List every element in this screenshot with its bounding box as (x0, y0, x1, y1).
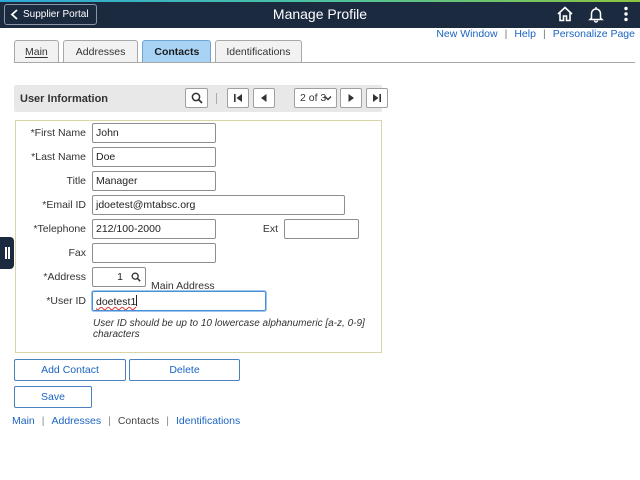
header-accent-stripe (0, 0, 640, 2)
kebab-menu-icon[interactable] (617, 5, 635, 23)
handle-grip-line (5, 247, 7, 259)
search-icon[interactable] (131, 272, 141, 282)
last-name-field[interactable]: Doe (92, 147, 216, 167)
group-title: User Information (20, 93, 109, 105)
page-selector-value: 2 of 3 (300, 92, 327, 104)
bottom-link-addresses[interactable]: Addresses (52, 415, 102, 427)
last-page-button[interactable] (366, 88, 388, 108)
user-information-form: *First Name John *Last Name Doe Title Ma… (15, 120, 382, 353)
bell-icon[interactable] (587, 5, 605, 23)
link-separator: | (108, 415, 111, 427)
page-selector[interactable]: 2 of 3 (294, 88, 337, 108)
next-icon (348, 94, 354, 102)
telephone-label: *Telephone (33, 223, 86, 235)
tab-label: Main (25, 45, 48, 58)
link-separator: | (542, 28, 546, 40)
tab-divider (14, 62, 635, 63)
telephone-field[interactable]: 212/100-2000 (92, 219, 216, 239)
first-name-label: *First Name (30, 127, 86, 139)
address-field[interactable]: 1 (92, 267, 146, 287)
last-name-label: *Last Name (31, 151, 86, 163)
search-icon (191, 92, 203, 104)
tab-contacts[interactable]: Contacts (142, 40, 212, 62)
user-id-hint: User ID should be up to 10 lowercase alp… (93, 318, 365, 340)
user-information-header: User Information 2 of 3 (14, 85, 388, 112)
find-button[interactable] (185, 88, 208, 108)
help-link[interactable]: Help (514, 28, 536, 40)
fax-field[interactable] (92, 243, 216, 263)
nav-separator (216, 93, 217, 104)
address-value: 1 (117, 271, 123, 283)
next-page-button[interactable] (340, 88, 362, 108)
link-separator: | (41, 415, 45, 427)
fax-label: Fax (68, 247, 86, 259)
title-field[interactable]: Manager (92, 171, 216, 191)
tab-label: Addresses (75, 45, 126, 58)
title-label: Title (66, 175, 86, 187)
text-cursor (136, 295, 138, 306)
tab-label: Contacts (154, 45, 200, 58)
link-separator: | (504, 28, 508, 40)
bottom-link-contacts: Contacts (117, 415, 160, 427)
handle-grip-line (8, 247, 10, 259)
chevron-down-icon (324, 96, 332, 101)
save-button[interactable]: Save (14, 386, 92, 408)
tab-label: Identifications (226, 45, 291, 58)
last-page-icon (373, 94, 381, 102)
first-page-icon (234, 94, 242, 102)
add-contact-button[interactable]: Add Contact (14, 359, 126, 381)
tab-bar: Main Addresses Contacts Identifications (14, 40, 302, 62)
user-id-value: doetest1 (96, 296, 137, 308)
side-panel-toggle[interactable] (0, 237, 14, 269)
bottom-tab-links: Main | Addresses | Contacts | Identifica… (12, 415, 240, 427)
user-id-label: *User ID (46, 295, 86, 307)
bottom-link-main[interactable]: Main (12, 415, 35, 427)
first-page-button[interactable] (227, 88, 249, 108)
bottom-link-identifications[interactable]: Identifications (176, 415, 240, 427)
ext-field[interactable] (284, 219, 359, 239)
app-header: Supplier Portal Manage Profile (0, 0, 640, 28)
delete-button[interactable]: Delete (129, 359, 240, 381)
user-id-field[interactable]: doetest1 (92, 291, 266, 311)
tab-addresses[interactable]: Addresses (62, 40, 139, 62)
tab-identifications[interactable]: Identifications (215, 40, 302, 62)
page-title: Manage Profile (272, 6, 368, 22)
previous-icon (261, 94, 267, 102)
previous-page-button[interactable] (253, 88, 275, 108)
ext-label: Ext (262, 223, 278, 235)
page-utility-links: New Window | Help | Personalize Page (436, 28, 635, 40)
first-name-field[interactable]: John (92, 123, 216, 143)
email-label: *Email ID (42, 199, 86, 211)
new-window-link[interactable]: New Window (436, 28, 497, 40)
address-label: *Address (43, 271, 86, 283)
tab-main[interactable]: Main (14, 40, 59, 62)
link-separator: | (166, 415, 170, 427)
email-field[interactable]: jdoetest@mtabsc.org (92, 195, 345, 215)
home-icon[interactable] (556, 5, 574, 23)
personalize-page-link[interactable]: Personalize Page (553, 28, 635, 40)
